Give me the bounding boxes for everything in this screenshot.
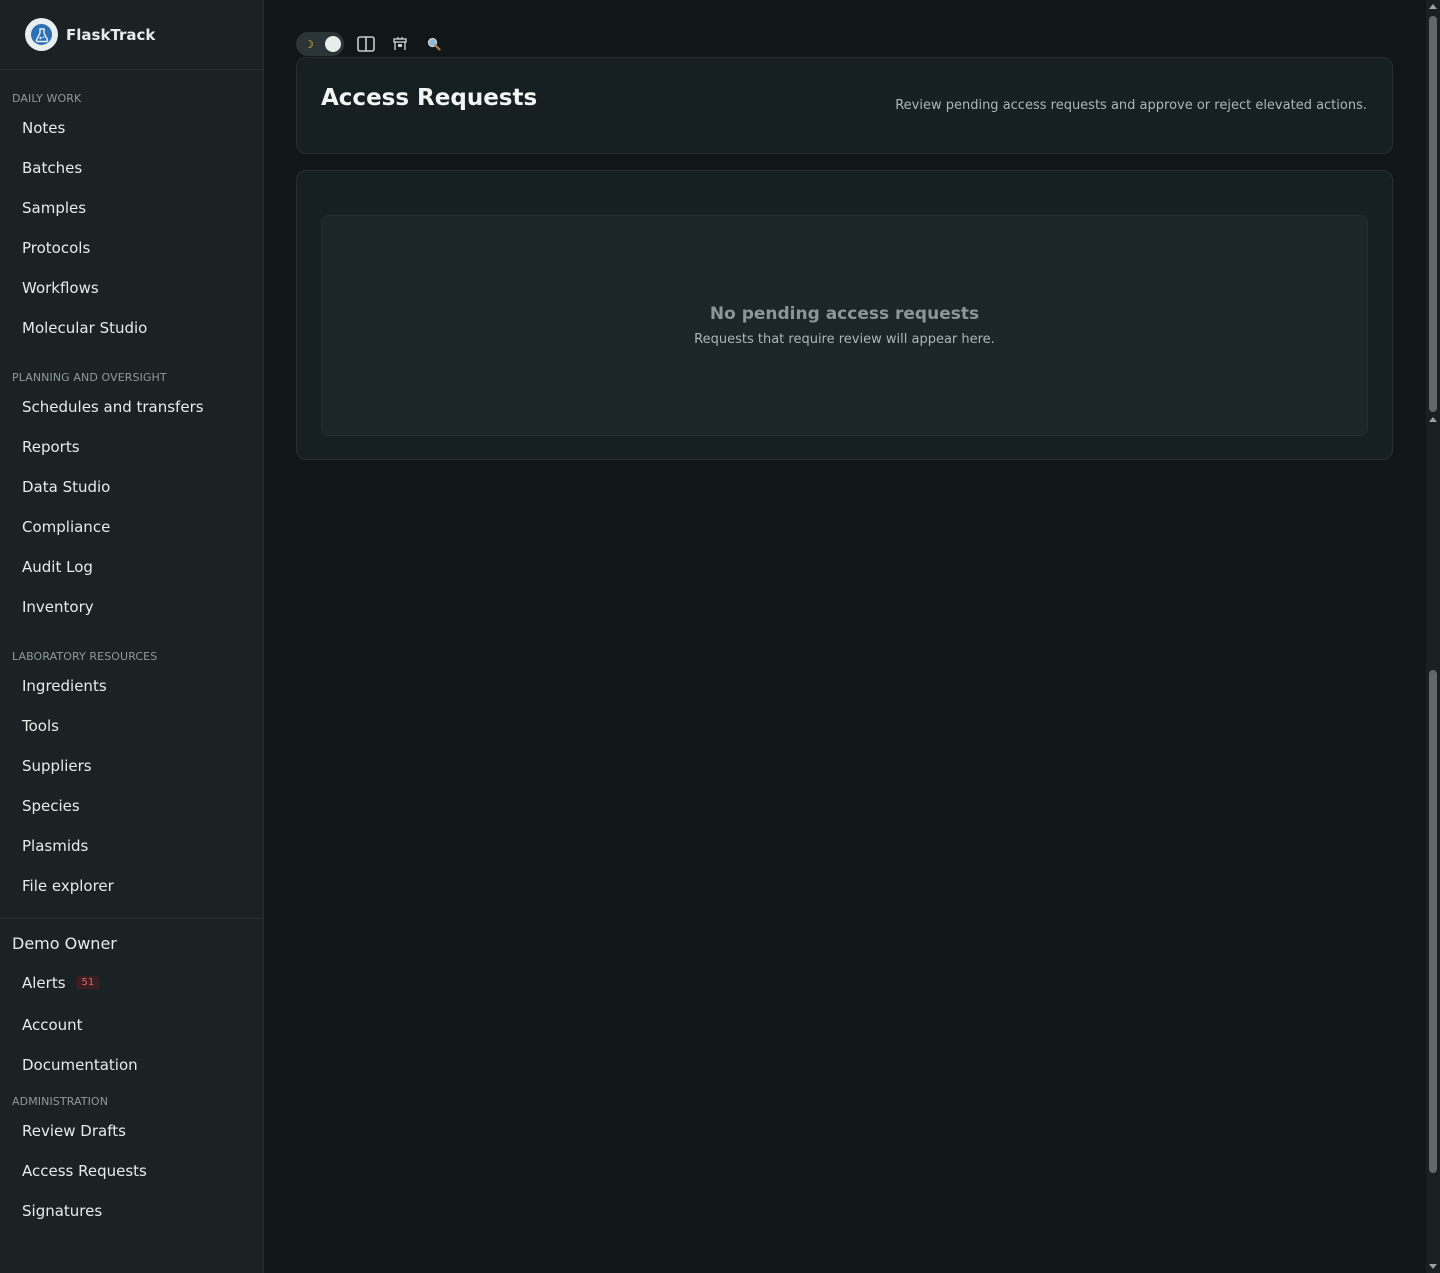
sidebar-item-account[interactable]: Account bbox=[0, 1005, 263, 1045]
sidebar-item-inventory[interactable]: Inventory bbox=[0, 587, 263, 627]
page-title: Access Requests bbox=[321, 85, 538, 111]
empty-state: No pending access requests Requests that… bbox=[321, 215, 1368, 436]
sidebar-item-molecular-studio[interactable]: Molecular Studio bbox=[0, 308, 263, 348]
sidebar-group-administration: Review Drafts Access Requests Signatures bbox=[0, 1111, 263, 1231]
section-label-planning: PLANNING AND OVERSIGHT bbox=[12, 371, 167, 384]
user-name[interactable]: Demo Owner bbox=[0, 919, 263, 969]
scroll-up-icon[interactable] bbox=[1429, 4, 1437, 9]
sidebar-item-batches[interactable]: Batches bbox=[0, 148, 263, 188]
theme-toggle[interactable]: ☽ bbox=[296, 32, 344, 56]
scroll-down-icon[interactable] bbox=[1429, 1264, 1437, 1269]
scroll-thumb[interactable] bbox=[1429, 16, 1437, 412]
sidebar-item-schedules[interactable]: Schedules and transfers bbox=[0, 387, 263, 427]
sidebar-item-plasmids[interactable]: Plasmids bbox=[0, 826, 263, 866]
sidebar-item-review-drafts[interactable]: Review Drafts bbox=[0, 1111, 263, 1151]
section-label-daily-work: DAILY WORK bbox=[12, 92, 82, 105]
sidebar-item-notes[interactable]: Notes bbox=[0, 108, 263, 148]
brand[interactable]: FlaskTrack bbox=[0, 0, 263, 70]
desk-icon[interactable] bbox=[388, 32, 412, 56]
empty-state-text: Requests that require review will appear… bbox=[694, 332, 995, 347]
sidebar-item-access-requests[interactable]: Access Requests bbox=[0, 1151, 263, 1191]
sidebar-group-planning: Schedules and transfers Reports Data Stu… bbox=[0, 387, 263, 627]
toggle-knob bbox=[325, 36, 341, 52]
sidebar-item-ingredients[interactable]: Ingredients bbox=[0, 666, 263, 706]
user-block: Demo Owner Alerts 51 Account Documentati… bbox=[0, 918, 263, 1085]
sidebar-item-compliance[interactable]: Compliance bbox=[0, 507, 263, 547]
page-header-card: Access Requests Review pending access re… bbox=[296, 57, 1393, 154]
sidebar-item-samples[interactable]: Samples bbox=[0, 188, 263, 228]
scroll-thumb[interactable] bbox=[1429, 670, 1437, 1173]
alerts-label: Alerts bbox=[22, 973, 66, 992]
moon-icon: ☽ bbox=[304, 37, 314, 51]
sidebar-item-file-explorer[interactable]: File explorer bbox=[0, 866, 263, 906]
sidebar-item-species[interactable]: Species bbox=[0, 786, 263, 826]
access-requests-card: No pending access requests Requests that… bbox=[296, 170, 1393, 460]
scroll-up-icon[interactable] bbox=[1429, 417, 1437, 422]
brand-name: FlaskTrack bbox=[66, 25, 156, 44]
sidebar-item-tools[interactable]: Tools bbox=[0, 706, 263, 746]
sidebar-item-alerts[interactable]: Alerts 51 bbox=[0, 969, 263, 996]
alerts-count-badge: 51 bbox=[75, 976, 101, 989]
sidebar: FlaskTrack DAILY WORK Notes Batches Samp… bbox=[0, 0, 264, 1273]
sidebar-item-audit-log[interactable]: Audit Log bbox=[0, 547, 263, 587]
sidebar-item-documentation[interactable]: Documentation bbox=[0, 1045, 263, 1085]
section-label-administration: ADMINISTRATION bbox=[12, 1095, 109, 1108]
sidebar-item-protocols[interactable]: Protocols bbox=[0, 228, 263, 268]
section-label-lab-resources: LABORATORY RESOURCES bbox=[12, 650, 158, 663]
toolbar: ☽ bbox=[296, 31, 446, 57]
search-icon[interactable] bbox=[422, 32, 446, 56]
sidebar-item-data-studio[interactable]: Data Studio bbox=[0, 467, 263, 507]
page-subtitle: Review pending access requests and appro… bbox=[895, 98, 1367, 113]
sidebar-item-signatures[interactable]: Signatures bbox=[0, 1191, 263, 1231]
split-view-icon[interactable] bbox=[354, 32, 378, 56]
scrollbar[interactable] bbox=[1426, 0, 1440, 1273]
sidebar-group-lab-resources: Ingredients Tools Suppliers Species Plas… bbox=[0, 666, 263, 906]
sidebar-item-reports[interactable]: Reports bbox=[0, 427, 263, 467]
sidebar-group-daily-work: Notes Batches Samples Protocols Workflow… bbox=[0, 108, 263, 348]
sidebar-item-suppliers[interactable]: Suppliers bbox=[0, 746, 263, 786]
empty-state-title: No pending access requests bbox=[709, 304, 980, 324]
sidebar-item-workflows[interactable]: Workflows bbox=[0, 268, 263, 308]
flask-logo-icon bbox=[25, 18, 58, 51]
